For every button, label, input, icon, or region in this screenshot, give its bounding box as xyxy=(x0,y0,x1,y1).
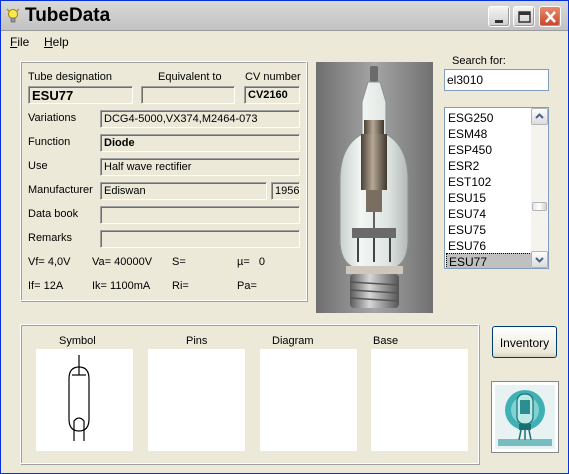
year-field: 1956 xyxy=(271,182,300,200)
use-field: Half wave rectifier xyxy=(100,158,300,176)
lightbulb-icon xyxy=(6,8,20,23)
close-button[interactable] xyxy=(539,6,561,27)
list-scrollbar[interactable] xyxy=(531,108,548,268)
inventory-button[interactable]: Inventory xyxy=(492,326,557,358)
cv-number-label: CV number xyxy=(245,71,301,83)
scroll-down-button[interactable] xyxy=(531,251,548,268)
use-label: Use xyxy=(28,160,48,172)
tube-designation-field: ESU77 xyxy=(28,86,133,104)
close-icon xyxy=(545,11,556,23)
app-window: TubeData File Help Tube designation Equi… xyxy=(0,0,569,474)
window-title: TubeData xyxy=(25,5,111,26)
mu-value: µ= 0 xyxy=(237,256,266,268)
chevron-down-icon xyxy=(535,257,544,263)
tube-logo-icon xyxy=(495,385,555,449)
if-value: If= 12A xyxy=(28,280,64,292)
pins-box xyxy=(148,349,245,451)
equivalent-to-label: Equivalent to xyxy=(158,71,222,83)
tube-photo xyxy=(316,62,433,313)
diagram-label: Diagram xyxy=(272,335,314,347)
search-label: Search for: xyxy=(452,55,506,67)
ik-value: Ik= 1100mA xyxy=(92,280,151,292)
va-value: Va= 40000V xyxy=(92,256,153,268)
list-item[interactable]: EST102 xyxy=(446,174,532,190)
function-field: Diode xyxy=(100,134,300,152)
tube-image xyxy=(316,62,433,313)
tube-list[interactable]: ESG250 ESM48 ESP450 ESR2 EST102 ESU15 ES… xyxy=(444,107,549,269)
pins-label: Pins xyxy=(186,335,208,347)
function-label: Function xyxy=(28,136,71,148)
variations-label: Variations xyxy=(28,112,77,124)
minimize-button[interactable] xyxy=(488,6,510,27)
symbol-label: Symbol xyxy=(59,335,96,347)
cv-number-field: CV2160 xyxy=(244,86,300,104)
menu-file[interactable]: File xyxy=(10,35,29,49)
list-item[interactable]: ESG250 xyxy=(446,110,532,126)
manufacturer-label: Manufacturer xyxy=(28,184,93,196)
remarks-field xyxy=(100,230,300,248)
scroll-thumb[interactable] xyxy=(532,202,547,211)
list-item[interactable]: ESU75 xyxy=(446,222,532,238)
remarks-label: Remarks xyxy=(28,232,73,244)
maximize-button[interactable] xyxy=(513,6,535,27)
list-item[interactable]: ESP450 xyxy=(446,142,532,158)
list-item[interactable]: ESU76 xyxy=(446,238,532,254)
search-input[interactable]: el3010 xyxy=(444,69,549,91)
list-item[interactable]: ESM48 xyxy=(446,126,532,142)
chevron-up-icon xyxy=(535,113,544,119)
equivalent-to-field xyxy=(141,86,235,104)
list-item[interactable]: ESR2 xyxy=(446,158,532,174)
base-label: Base xyxy=(373,335,399,347)
data-book-field xyxy=(100,206,300,224)
diode-symbol xyxy=(68,355,90,441)
symbol-box xyxy=(36,349,133,451)
app-logo xyxy=(491,381,559,453)
list-item[interactable]: ESU15 xyxy=(446,190,532,206)
list-item[interactable]: ESU74 xyxy=(446,206,532,222)
scroll-up-button[interactable] xyxy=(531,108,548,125)
data-book-label: Data book xyxy=(28,208,79,220)
menu-help[interactable]: Help xyxy=(44,35,69,49)
title-bar[interactable]: TubeData xyxy=(1,1,568,31)
variations-field: DCG4-5000,VX374,M2464-073 xyxy=(100,110,300,128)
maximize-icon xyxy=(518,11,531,23)
menu-bar: File Help xyxy=(1,32,568,52)
tube-designation-label: Tube designation xyxy=(28,71,112,83)
list-item-selected[interactable]: ESU77 xyxy=(446,253,532,268)
minimize-icon xyxy=(495,20,503,23)
pa-value: Pa= xyxy=(237,280,257,292)
ri-value: Ri= xyxy=(172,280,189,292)
manufacturer-field: Ediswan xyxy=(100,182,267,200)
diagram-box xyxy=(260,349,357,451)
vf-value: Vf= 4,0V xyxy=(28,256,71,268)
base-box xyxy=(371,349,468,451)
s-value: S= xyxy=(172,256,186,268)
